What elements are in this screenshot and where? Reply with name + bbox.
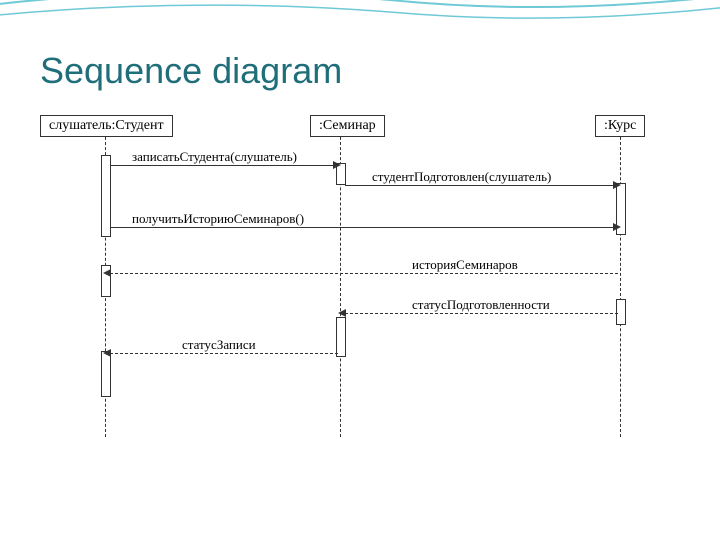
slide-title: Sequence diagram	[40, 50, 342, 92]
lifeline-box-course: :Курс	[595, 115, 645, 137]
message-label-m2: студентПодготовлен(слушатель)	[370, 169, 553, 185]
return-label-r2: статусПодготовленности	[410, 297, 552, 313]
lifeline-box-student: слушатель:Студент	[40, 115, 173, 137]
message-line-m2	[345, 185, 615, 186]
return-label-r1: историяСеминаров	[410, 257, 520, 273]
activation-seminar-2	[336, 317, 346, 357]
lifeline-box-seminar: :Семинар	[310, 115, 385, 137]
message-line-m3	[110, 227, 615, 228]
message-label-m3: получитьИсториюСеминаров()	[130, 211, 306, 227]
arrow-icon	[103, 349, 111, 357]
activation-student-3	[101, 351, 111, 397]
return-line-r2	[345, 313, 618, 314]
return-line-r3	[110, 353, 338, 354]
message-line-m1	[110, 165, 335, 166]
activation-course-2	[616, 299, 626, 325]
arrow-icon	[338, 309, 346, 317]
arrow-icon	[103, 269, 111, 277]
return-label-r3: статусЗаписи	[180, 337, 258, 353]
activation-student-1	[101, 155, 111, 237]
sequence-diagram: слушатель:Студент :Семинар :Курс записат…	[40, 115, 680, 445]
arrow-icon	[333, 161, 341, 169]
arrow-icon	[613, 181, 621, 189]
arrow-icon	[613, 223, 621, 231]
message-label-m1: записатьСтудента(слушатель)	[130, 149, 299, 165]
return-line-r1	[110, 273, 618, 274]
